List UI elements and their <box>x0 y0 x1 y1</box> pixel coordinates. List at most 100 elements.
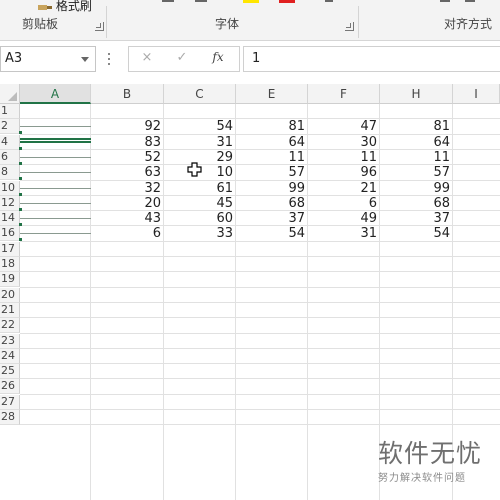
cell[interactable]: 11 <box>308 150 380 165</box>
column-header-a[interactable]: A <box>20 84 91 104</box>
cell[interactable]: 92 <box>91 119 164 134</box>
cell[interactable]: 6 <box>91 226 164 241</box>
cell[interactable]: 99 <box>236 181 308 196</box>
row-header[interactable]: 17 <box>0 241 20 257</box>
cell[interactable]: 83 <box>91 135 164 150</box>
font-control-icon[interactable] <box>162 0 174 2</box>
cell[interactable]: 11 <box>236 150 308 165</box>
cell[interactable]: 68 <box>236 196 308 211</box>
cell-a[interactable] <box>19 165 91 181</box>
row-header[interactable]: 28 <box>0 410 20 425</box>
chevron-down-icon[interactable] <box>81 57 89 62</box>
cell[interactable]: 64 <box>380 135 453 150</box>
column-header-e[interactable]: E <box>236 84 308 104</box>
cell[interactable]: 30 <box>308 135 380 150</box>
select-all-button[interactable] <box>0 84 20 104</box>
cell[interactable]: 57 <box>236 165 308 180</box>
cell[interactable]: 45 <box>164 196 236 211</box>
cell[interactable]: 81 <box>380 119 453 134</box>
row-header[interactable]: 14 <box>0 211 20 227</box>
row-header[interactable]: 8 <box>0 165 20 181</box>
cell-a[interactable] <box>19 226 91 242</box>
phonetic-icon[interactable] <box>325 0 333 2</box>
insert-function-icon[interactable]: fx <box>207 50 229 64</box>
row-header[interactable]: 16 <box>0 226 20 242</box>
cell-a[interactable] <box>19 211 91 227</box>
cell[interactable]: 57 <box>380 165 453 180</box>
cell[interactable]: 68 <box>380 196 453 211</box>
name-box[interactable]: A3 <box>0 46 96 72</box>
row-header[interactable]: 20 <box>0 287 20 303</box>
cell[interactable]: 11 <box>380 150 453 165</box>
cell[interactable]: 54 <box>164 119 236 134</box>
font-color-icon[interactable] <box>279 0 295 3</box>
row-header[interactable]: 25 <box>0 364 20 380</box>
cell[interactable]: 37 <box>236 211 308 226</box>
cell[interactable]: 99 <box>380 181 453 196</box>
column-header-f[interactable]: F <box>308 84 380 104</box>
cell[interactable]: 49 <box>308 211 380 226</box>
cell[interactable]: 96 <box>308 165 380 180</box>
worksheet-grid[interactable]: A B C E F H I 1 2 4 6 8 10 12 14 16 17 18 19 20 21 22 23 24 25 26… <box>0 84 500 500</box>
row-header[interactable]: 12 <box>0 195 20 211</box>
font-control-icon[interactable] <box>195 0 207 2</box>
row-header[interactable]: 21 <box>0 302 20 318</box>
cell[interactable]: 32 <box>91 181 164 196</box>
row-header[interactable]: 10 <box>0 180 20 196</box>
cell-a[interactable] <box>19 150 91 165</box>
highlight-color-icon[interactable] <box>243 0 259 3</box>
cell[interactable]: 6 <box>308 196 380 211</box>
row-header[interactable]: 6 <box>0 149 20 165</box>
cell[interactable]: 43 <box>91 211 164 226</box>
cell[interactable]: 37 <box>380 211 453 226</box>
formula-input[interactable]: 1 <box>243 46 500 72</box>
row-header[interactable]: 27 <box>0 394 20 410</box>
cell-rule <box>20 126 91 128</box>
cell[interactable]: 64 <box>236 135 308 150</box>
cell-a[interactable] <box>19 181 91 196</box>
cell[interactable]: 63 <box>91 165 164 180</box>
cell[interactable]: 47 <box>308 119 380 134</box>
row-header[interactable]: 1 <box>0 104 20 119</box>
column-header-i[interactable]: I <box>453 84 500 104</box>
row-header[interactable]: 19 <box>0 272 20 288</box>
drag-handle-icon[interactable] <box>108 53 111 67</box>
cell[interactable]: 20 <box>91 196 164 211</box>
cell-rule <box>20 187 91 189</box>
cell-a[interactable] <box>19 119 91 135</box>
cell[interactable]: 81 <box>236 119 308 134</box>
align-icon[interactable] <box>465 0 475 2</box>
font-launcher-icon[interactable] <box>345 22 354 31</box>
row-header[interactable]: 2 <box>0 119 20 135</box>
cell[interactable]: 52 <box>91 150 164 165</box>
row-header[interactable]: 22 <box>0 318 20 334</box>
row-header[interactable]: 23 <box>0 333 20 349</box>
format-painter-button[interactable]: 格式刷 <box>38 0 92 14</box>
row-header[interactable]: 18 <box>0 257 20 272</box>
column-header-h[interactable]: H <box>380 84 453 104</box>
cell[interactable]: 61 <box>164 181 236 196</box>
cell-rule <box>20 218 91 220</box>
error-indicator <box>19 238 22 242</box>
cell-rule <box>20 172 91 174</box>
column-header-b[interactable]: B <box>91 84 164 104</box>
clipboard-launcher-icon[interactable] <box>95 22 104 31</box>
cell-a[interactable] <box>19 196 91 211</box>
cell[interactable]: 54 <box>236 226 308 241</box>
row-header[interactable]: 24 <box>0 348 20 364</box>
align-icon[interactable] <box>440 0 450 2</box>
enter-icon[interactable]: ✓ <box>171 50 193 65</box>
cell[interactable]: 31 <box>164 135 236 150</box>
column-header-c[interactable]: C <box>164 84 236 104</box>
row-header[interactable]: 4 <box>0 134 20 150</box>
selected-range[interactable] <box>20 138 91 143</box>
cancel-icon[interactable]: × <box>136 50 158 65</box>
row-header[interactable]: 26 <box>0 379 20 395</box>
cell[interactable]: 60 <box>164 211 236 226</box>
cell-rule <box>20 202 91 204</box>
cell[interactable]: 33 <box>164 226 236 241</box>
cell[interactable]: 31 <box>308 226 380 241</box>
cell[interactable]: 21 <box>308 181 380 196</box>
cell[interactable]: 54 <box>380 226 453 241</box>
formula-bar: A3 × ✓ fx 1 <box>0 43 500 77</box>
